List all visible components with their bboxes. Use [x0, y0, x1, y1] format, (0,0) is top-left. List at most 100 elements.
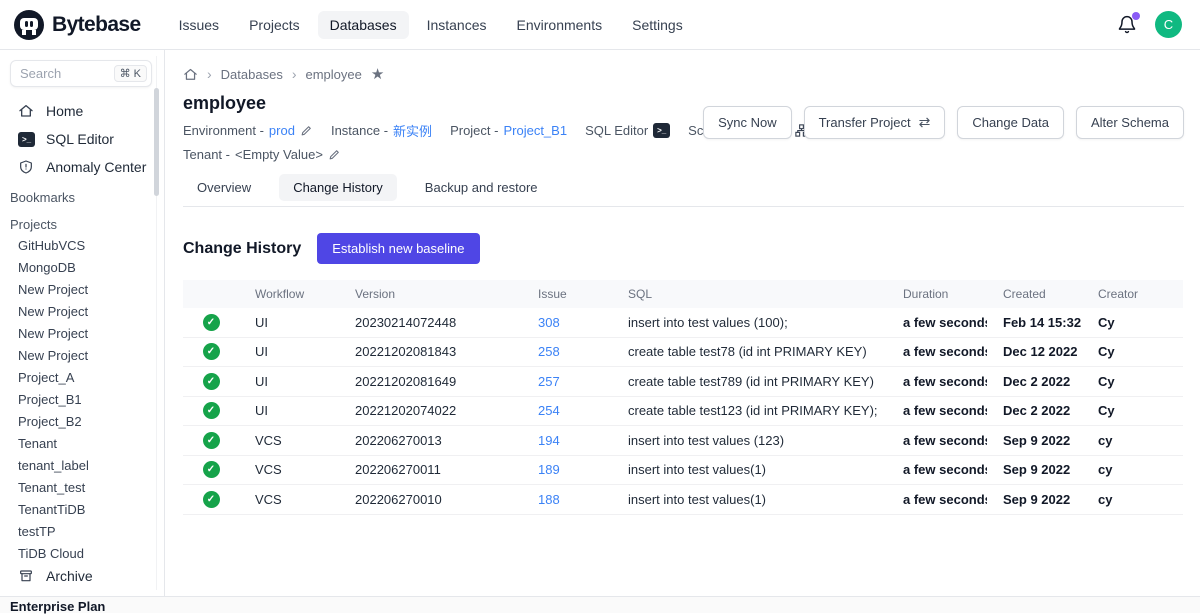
sidebar-project-githubvcs[interactable]: GitHubVCS — [0, 235, 164, 257]
created-cell-text: Sep 9 2022 — [1003, 433, 1070, 448]
duration-cell-text: a few seconds — [903, 403, 987, 418]
alter-schema-button[interactable]: Alter Schema — [1076, 106, 1184, 139]
button-label: Sync Now — [718, 115, 777, 130]
sidebar-project-project-b2[interactable]: Project_B2 — [0, 411, 164, 433]
workflow-cell: UI — [239, 315, 339, 330]
brand[interactable]: Bytebase — [14, 10, 141, 40]
change-data-button[interactable]: Change Data — [957, 106, 1064, 139]
issue-link[interactable]: 254 — [538, 403, 560, 418]
creator-cell-text: cy — [1098, 492, 1112, 507]
sql-cell-text: insert into test values(1) — [628, 492, 766, 507]
sidebar-project-tenant-label[interactable]: tenant_label — [0, 455, 164, 477]
meta-link-item[interactable]: 新实例 — [393, 121, 432, 140]
plan-footer: Enterprise Plan — [0, 596, 1200, 613]
tab-backup-and-restore[interactable]: Backup and restore — [411, 174, 552, 201]
sidebar-item-archive[interactable]: Archive — [0, 562, 164, 590]
workflow-cell: VCS — [239, 462, 339, 477]
sidebar-project-tenant[interactable]: Tenant — [0, 433, 164, 455]
sidebar-item-home[interactable]: Home — [0, 97, 164, 125]
created-cell-text: Dec 12 2022 — [1003, 344, 1077, 359]
pen-icon[interactable] — [300, 124, 313, 137]
sidebar-project-testtp[interactable]: testTP — [0, 521, 164, 543]
issue-link[interactable]: 189 — [538, 462, 560, 477]
notification-dot — [1132, 12, 1140, 20]
sidebar-project-new-project[interactable]: New Project — [0, 279, 164, 301]
sidebar-project-tenanttidb[interactable]: TenantTiDB — [0, 499, 164, 521]
workflow-cell-text: VCS — [255, 433, 282, 448]
tab-change-history[interactable]: Change History — [279, 174, 397, 201]
issue-cell[interactable]: 254 — [522, 403, 612, 418]
creator-cell-text: Cy — [1098, 344, 1115, 359]
home-icon — [18, 103, 36, 119]
issue-link[interactable]: 194 — [538, 433, 560, 448]
column-header-creator: Creator — [1082, 287, 1183, 301]
sidebar-item-anomaly-center[interactable]: Anomaly Center — [0, 153, 164, 181]
avatar[interactable]: C — [1155, 11, 1182, 38]
meta-environment: Environment -prod — [183, 123, 313, 138]
issue-cell[interactable]: 188 — [522, 492, 612, 507]
sidebar-project-mongodb[interactable]: MongoDB — [0, 257, 164, 279]
issue-link[interactable]: 258 — [538, 344, 560, 359]
notification-bell-icon[interactable] — [1117, 15, 1137, 35]
sql-cell: create table test789 (id int PRIMARY KEY… — [612, 374, 887, 389]
sidebar-project-project-a[interactable]: Project_A — [0, 367, 164, 389]
created-cell: Feb 14 15:32 — [987, 315, 1082, 330]
nav-item-instances[interactable]: Instances — [415, 11, 499, 39]
issue-link[interactable]: 308 — [538, 315, 560, 330]
creator-cell: cy — [1082, 462, 1183, 477]
sidebar-project-new-project[interactable]: New Project — [0, 345, 164, 367]
table-row[interactable]: ✓UI20221202074022254create table test123… — [183, 397, 1183, 427]
sidebar-project-project-b1[interactable]: Project_B1 — [0, 389, 164, 411]
top-nav-bar: Bytebase IssuesProjectsDatabasesInstance… — [0, 0, 1200, 50]
breadcrumb-employee[interactable]: employee — [306, 67, 362, 82]
workflow-cell: VCS — [239, 492, 339, 507]
issue-cell[interactable]: 189 — [522, 462, 612, 477]
creator-cell: Cy — [1082, 374, 1183, 389]
pencil-icon[interactable] — [328, 148, 341, 161]
issue-cell[interactable]: 194 — [522, 433, 612, 448]
nav-item-databases[interactable]: Databases — [318, 11, 409, 39]
sidebar-project-tenant-test[interactable]: Tenant_test — [0, 477, 164, 499]
sidebar-scrollbar-thumb[interactable] — [154, 88, 159, 196]
column-header-workflow: Workflow — [239, 287, 339, 301]
tab-overview[interactable]: Overview — [183, 174, 265, 201]
breadcrumb: › Databases › employee ★ — [183, 62, 1184, 86]
sql-cell-text: create table test78 (id int PRIMARY KEY) — [628, 344, 867, 359]
sync-now-button[interactable]: Sync Now — [703, 106, 792, 139]
table-row[interactable]: ✓VCS202206270013194insert into test valu… — [183, 426, 1183, 456]
creator-cell-text: Cy — [1098, 374, 1115, 389]
table-row[interactable]: ✓VCS202206270010188insert into test valu… — [183, 485, 1183, 515]
table-row[interactable]: ✓UI20221202081843258create table test78 … — [183, 338, 1183, 368]
table-row[interactable]: ✓VCS202206270011189insert into test valu… — [183, 456, 1183, 486]
table-row[interactable]: ✓UI20221202081649257create table test789… — [183, 367, 1183, 397]
meta-link-project-b1[interactable]: Project_B1 — [503, 123, 567, 138]
created-cell: Sep 9 2022 — [987, 433, 1082, 448]
search-box[interactable]: ⌘ K — [10, 60, 152, 87]
transfer-project-button[interactable]: Transfer Project⇄ — [804, 106, 946, 139]
nav-item-environments[interactable]: Environments — [505, 11, 615, 39]
bookmark-star-icon[interactable]: ★ — [371, 65, 384, 83]
meta-link-prod[interactable]: prod — [269, 123, 295, 138]
duration-cell-text: a few seconds — [903, 433, 987, 448]
sidebar-item-sql-editor[interactable]: >_SQL Editor — [0, 125, 164, 153]
issue-link[interactable]: 188 — [538, 492, 560, 507]
button-label: Change Data — [972, 115, 1049, 130]
establish-baseline-button[interactable]: Establish new baseline — [317, 233, 479, 264]
home-icon[interactable] — [183, 67, 198, 82]
nav-item-projects[interactable]: Projects — [237, 11, 312, 39]
search-input[interactable] — [20, 66, 106, 81]
issue-cell[interactable]: 258 — [522, 344, 612, 359]
sidebar-project-new-project[interactable]: New Project — [0, 323, 164, 345]
issue-link[interactable]: 257 — [538, 374, 560, 389]
table-row[interactable]: ✓UI20230214072448308insert into test val… — [183, 308, 1183, 338]
version-cell: 20221202081843 — [339, 344, 522, 359]
breadcrumb-databases[interactable]: Databases — [221, 67, 283, 82]
nav-item-issues[interactable]: Issues — [167, 11, 231, 39]
chevron-right-icon: › — [292, 66, 297, 82]
issue-cell[interactable]: 308 — [522, 315, 612, 330]
issue-cell[interactable]: 257 — [522, 374, 612, 389]
duration-cell: a few seconds — [887, 492, 987, 507]
nav-item-settings[interactable]: Settings — [620, 11, 695, 39]
creator-cell: Cy — [1082, 315, 1183, 330]
sidebar-project-new-project[interactable]: New Project — [0, 301, 164, 323]
